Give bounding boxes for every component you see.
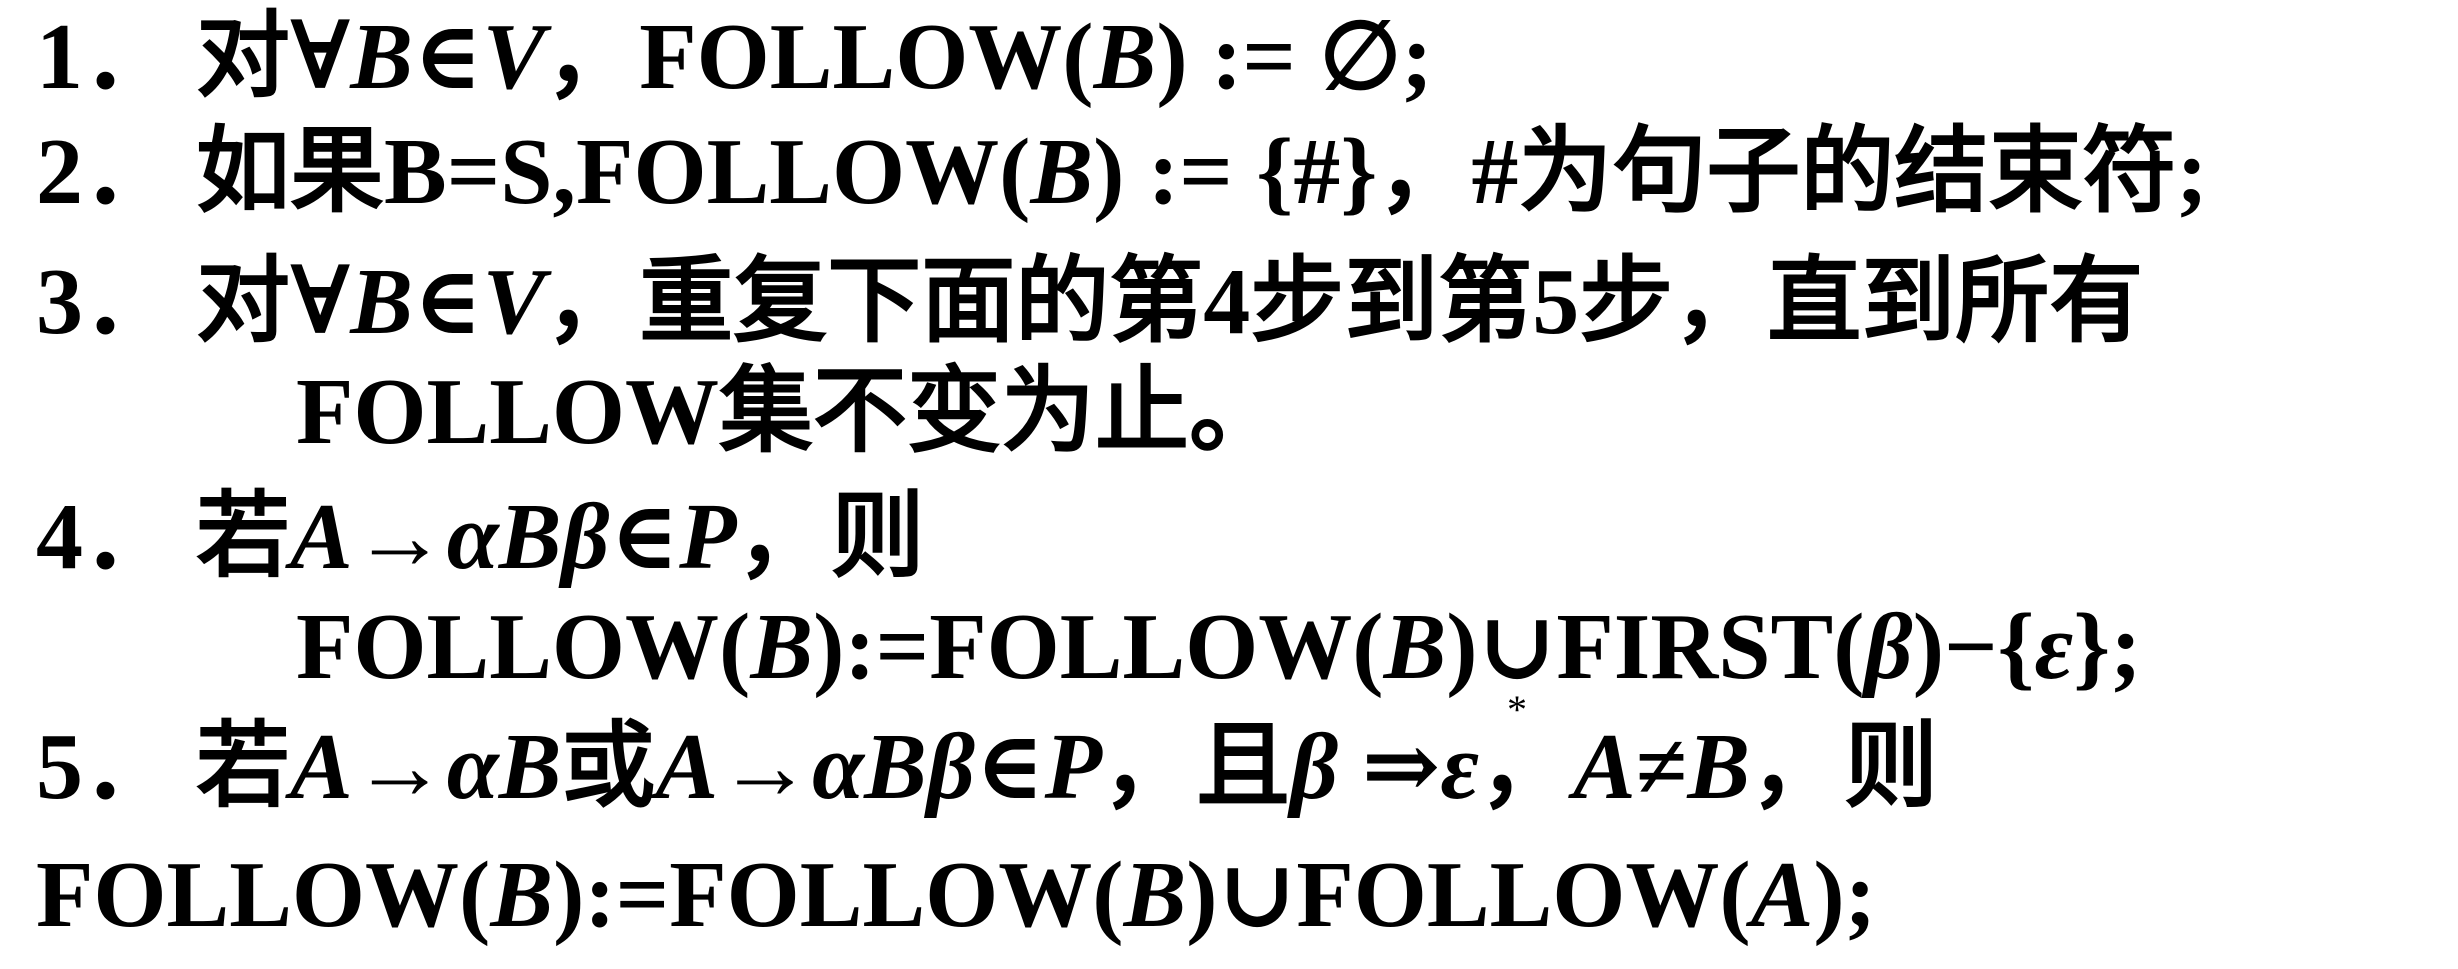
text-segment: )∪FOLLOW(: [1186, 843, 1751, 947]
step-number: 1．: [36, 5, 178, 109]
math-symbol: B: [1687, 715, 1751, 819]
text-segment: )−{: [1912, 595, 2035, 699]
text-segment: →: [352, 715, 447, 819]
math-symbol: A: [655, 715, 719, 819]
text-segment: FOLLOW(: [296, 595, 751, 699]
math-symbol: αBβ: [812, 715, 975, 819]
text-segment: ∈: [412, 5, 483, 109]
text-segment: 若: [196, 485, 291, 589]
math-symbol: ε: [2034, 595, 2074, 699]
text-segment: ) := {#}，#为句子的结束符;: [1093, 120, 2208, 224]
text-segment: };: [2073, 595, 2142, 699]
text-segment: ∈: [609, 485, 680, 589]
math-symbol: A: [1573, 715, 1636, 819]
text-segment: 如果B=S,FOLLOW(: [196, 120, 1031, 224]
text-segment: ) := ∅;: [1156, 5, 1433, 109]
text-segment: 或: [561, 715, 656, 819]
text-segment: ，且: [1102, 715, 1291, 819]
math-symbol: αBβ: [446, 485, 610, 589]
text-segment: );: [1813, 843, 1877, 947]
math-symbol: B: [1123, 843, 1187, 947]
math-symbol: β: [1864, 595, 1913, 699]
math-symbol: A: [290, 715, 353, 819]
text-segment: ≠: [1635, 715, 1688, 819]
step-number: 3．: [36, 250, 178, 354]
step-1-line: 1． 对∀B∈V，FOLLOW(B) := ∅;: [36, 10, 1433, 104]
step-5-line: 5． 若A→αB或A→αBβ∈P，且β ⇒ε，A≠B，则: [36, 720, 1938, 814]
text-segment: ，则: [736, 485, 925, 589]
math-symbol: B: [1030, 120, 1094, 224]
text-segment: ，重复下面的第4步到第5步，直到所有: [545, 250, 2144, 354]
math-symbol: B: [350, 5, 413, 109]
math-symbol: P: [1044, 715, 1103, 819]
derivation-star: *: [1507, 687, 1527, 732]
text-segment: ∈: [975, 715, 1045, 819]
step-2-line: 2． 如果B=S,FOLLOW(B) := {#}，#为句子的结束符;: [36, 125, 2208, 219]
step-number: 4．: [36, 485, 178, 589]
math-symbol: V: [482, 5, 546, 109]
step-number: 5．: [36, 715, 178, 819]
text-segment: ):=FOLLOW(: [813, 595, 1384, 699]
math-symbol: P: [679, 485, 737, 589]
text-segment: →: [718, 715, 813, 819]
step-number: 2．: [36, 120, 178, 224]
text-segment: 对∀: [196, 5, 351, 109]
math-symbol: ε: [1440, 715, 1480, 819]
text-segment: )∪FIRST(: [1446, 595, 1865, 699]
math-symbol: B: [1383, 595, 1447, 699]
math-symbol: A: [1750, 843, 1814, 947]
text-segment: 若: [196, 715, 291, 819]
text-segment: ，则: [1750, 715, 1939, 819]
step-4-formula-line: FOLLOW(B):=FOLLOW(B)∪FIRST(β)−{ε};: [296, 600, 2142, 694]
step-3-line: 3． 对∀B∈V，重复下面的第4步到第5步，直到所有: [36, 255, 2143, 349]
math-symbol: B: [750, 595, 814, 699]
math-symbol: β: [1290, 715, 1339, 819]
step-3-continuation-line: FOLLOW集不变为止。: [296, 365, 1283, 459]
math-symbol: αB: [446, 715, 562, 819]
text-segment: →: [352, 485, 447, 589]
text-segment: FOLLOW(: [36, 843, 491, 947]
text-segment: 对∀: [196, 250, 351, 354]
math-symbol: B: [350, 250, 413, 354]
text-segment: FOLLOW集不变为止。: [296, 360, 1284, 464]
math-symbol: B: [1093, 5, 1157, 109]
text-segment: ，FOLLOW(: [545, 5, 1094, 109]
step-5-formula-line: FOLLOW(B):=FOLLOW(B)∪FOLLOW(A);: [36, 848, 1876, 942]
text-segment: ∈: [412, 250, 483, 354]
math-symbol: V: [482, 250, 546, 354]
text-segment: ):=FOLLOW(: [553, 843, 1124, 947]
math-symbol: A: [290, 485, 353, 589]
text-segment: ⇒: [1338, 715, 1441, 819]
step-4-line: 4． 若A→αBβ∈P，则: [36, 490, 925, 584]
math-symbol: B: [490, 843, 554, 947]
